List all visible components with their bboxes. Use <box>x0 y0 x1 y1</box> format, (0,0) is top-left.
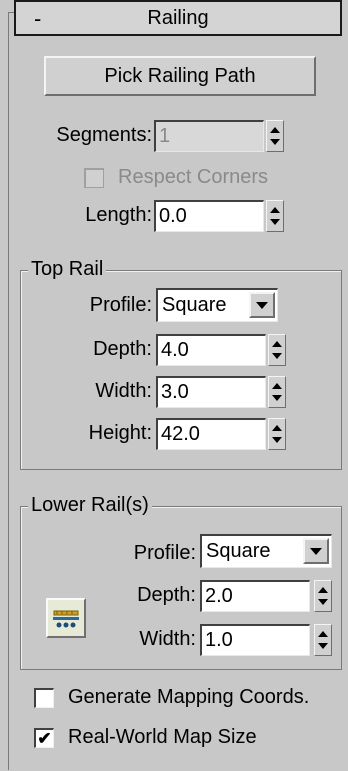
chevron-down-icon[interactable] <box>303 538 329 564</box>
generate-mapping-checkbox[interactable] <box>34 688 54 708</box>
real-world-map-checkbox[interactable]: ✔ <box>34 728 54 748</box>
lower-width-field[interactable]: 1.0 <box>200 624 310 656</box>
segments-label: Segments: <box>56 124 152 146</box>
spinner-down-icon[interactable] <box>272 353 282 359</box>
pick-railing-path-button[interactable]: Pick Railing Path <box>44 56 316 96</box>
top-width-spinner[interactable] <box>268 376 286 408</box>
top-profile-value: Square <box>162 294 227 316</box>
top-depth-field[interactable]: 4.0 <box>156 334 266 366</box>
spinner-down-icon[interactable] <box>272 395 282 401</box>
lower-width-label: Width: <box>139 628 196 650</box>
length-spinner[interactable] <box>266 200 284 232</box>
rollout-header[interactable]: - Railing <box>14 0 342 36</box>
respect-corners-checkbox <box>84 168 104 188</box>
spinner-up-icon[interactable] <box>272 383 282 389</box>
lower-width-spinner[interactable] <box>314 624 332 656</box>
length-label: Length: <box>85 204 152 226</box>
spinner-up-icon[interactable] <box>272 425 282 431</box>
lower-profile-label: Profile: <box>133 542 196 564</box>
lower-rails-title: Lower Rail(s) <box>28 494 152 517</box>
spinner-up-icon <box>270 127 280 133</box>
lower-depth-label: Depth: <box>137 584 196 606</box>
top-height-spinner[interactable] <box>268 418 286 450</box>
spinner-up-icon[interactable] <box>318 587 328 593</box>
respect-corners-label: Respect Corners <box>118 166 269 188</box>
spinner-down-icon <box>270 139 280 145</box>
spinner-down-icon[interactable] <box>318 599 328 605</box>
top-rail-title: Top Rail <box>28 258 107 281</box>
top-height-label: Height: <box>88 422 152 444</box>
lower-depth-spinner[interactable] <box>314 580 332 612</box>
spinner-down-icon[interactable] <box>272 437 282 443</box>
chevron-down-icon[interactable] <box>249 292 275 318</box>
spinner-down-icon[interactable] <box>270 219 280 225</box>
top-profile-dropdown[interactable]: Square <box>156 288 278 322</box>
real-world-map-label: Real-World Map Size <box>68 726 257 748</box>
top-depth-spinner[interactable] <box>268 334 286 366</box>
lower-profile-value: Square <box>206 540 271 562</box>
top-height-field[interactable]: 42.0 <box>156 418 266 450</box>
spinner-down-icon[interactable] <box>318 643 328 649</box>
top-width-label: Width: <box>95 380 152 402</box>
length-field[interactable]: 0.0 <box>154 200 264 232</box>
spinner-up-icon[interactable] <box>270 207 280 213</box>
lower-depth-field[interactable]: 2.0 <box>200 580 310 612</box>
segments-field: 1 <box>154 120 264 152</box>
generate-mapping-label: Generate Mapping Coords. <box>68 686 310 708</box>
top-width-field[interactable]: 3.0 <box>156 376 266 408</box>
top-profile-label: Profile: <box>89 294 152 316</box>
rollout-title: Railing <box>147 7 209 29</box>
lower-profile-dropdown[interactable]: Square <box>200 534 332 568</box>
checkmark-icon: ✔ <box>37 729 52 748</box>
top-depth-label: Depth: <box>93 338 152 360</box>
lower-rail-spacing-icon <box>53 610 79 628</box>
lower-rail-spacing-button[interactable] <box>46 598 86 638</box>
spinner-up-icon[interactable] <box>272 341 282 347</box>
segments-spinner <box>266 120 284 152</box>
spinner-up-icon[interactable] <box>318 631 328 637</box>
